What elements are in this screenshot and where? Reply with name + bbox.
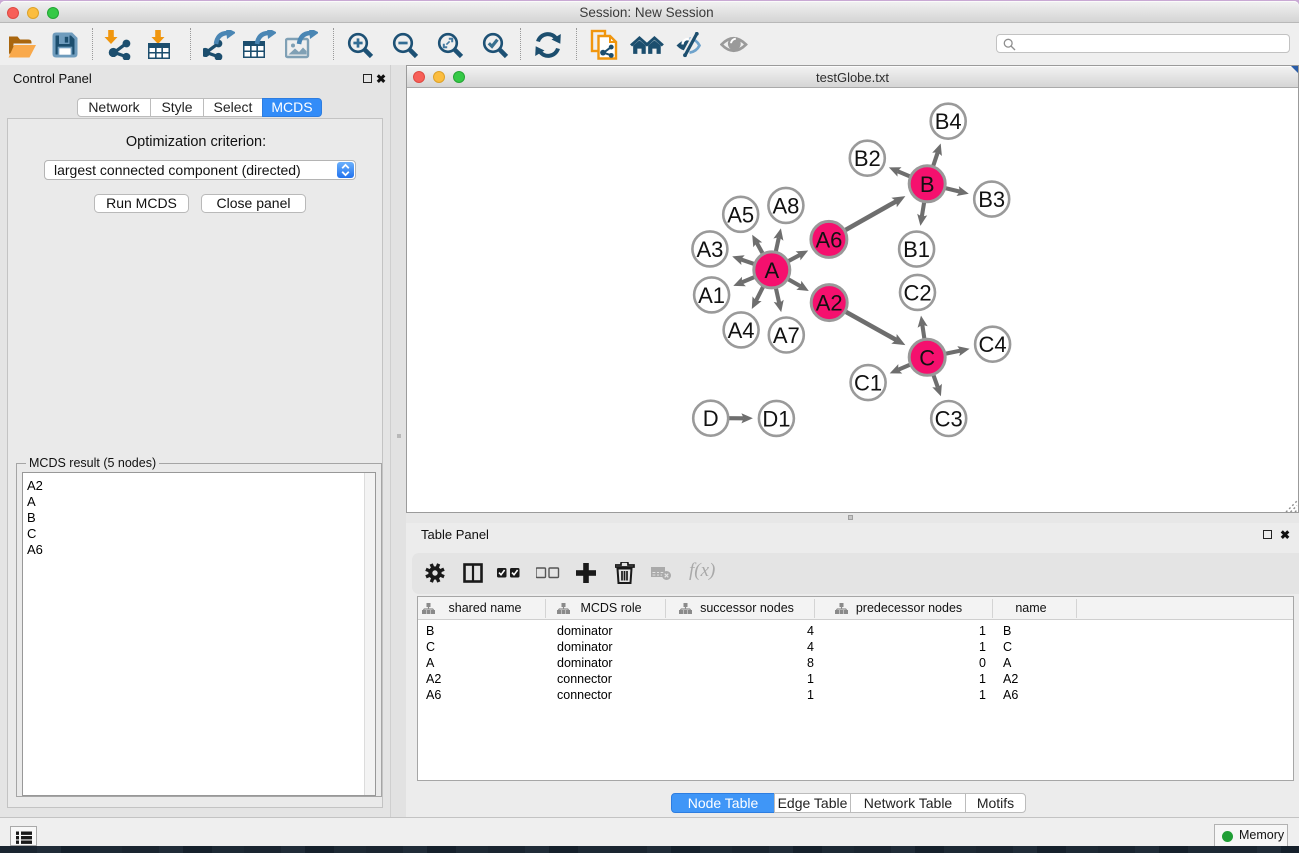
svg-text:A2: A2 <box>816 291 843 316</box>
svg-text:A1: A1 <box>698 283 725 308</box>
svg-text:B3: B3 <box>978 187 1005 212</box>
svg-text:A: A <box>764 258 779 283</box>
svg-text:A7: A7 <box>773 323 800 348</box>
svg-text:C4: C4 <box>979 332 1007 357</box>
svg-text:A6: A6 <box>815 227 842 252</box>
svg-text:D1: D1 <box>762 406 790 431</box>
svg-text:B4: B4 <box>935 109 962 134</box>
svg-text:C1: C1 <box>854 371 882 396</box>
svg-text:C3: C3 <box>935 407 963 432</box>
svg-text:A3: A3 <box>696 237 723 262</box>
svg-text:C: C <box>919 345 935 370</box>
svg-text:A4: A4 <box>728 318 755 343</box>
svg-text:B2: B2 <box>854 146 881 171</box>
svg-text:B1: B1 <box>903 237 930 262</box>
svg-text:A5: A5 <box>727 202 754 227</box>
svg-text:B: B <box>920 172 935 197</box>
svg-text:A8: A8 <box>772 193 799 218</box>
svg-text:D: D <box>703 406 719 431</box>
svg-text:C2: C2 <box>903 280 931 305</box>
